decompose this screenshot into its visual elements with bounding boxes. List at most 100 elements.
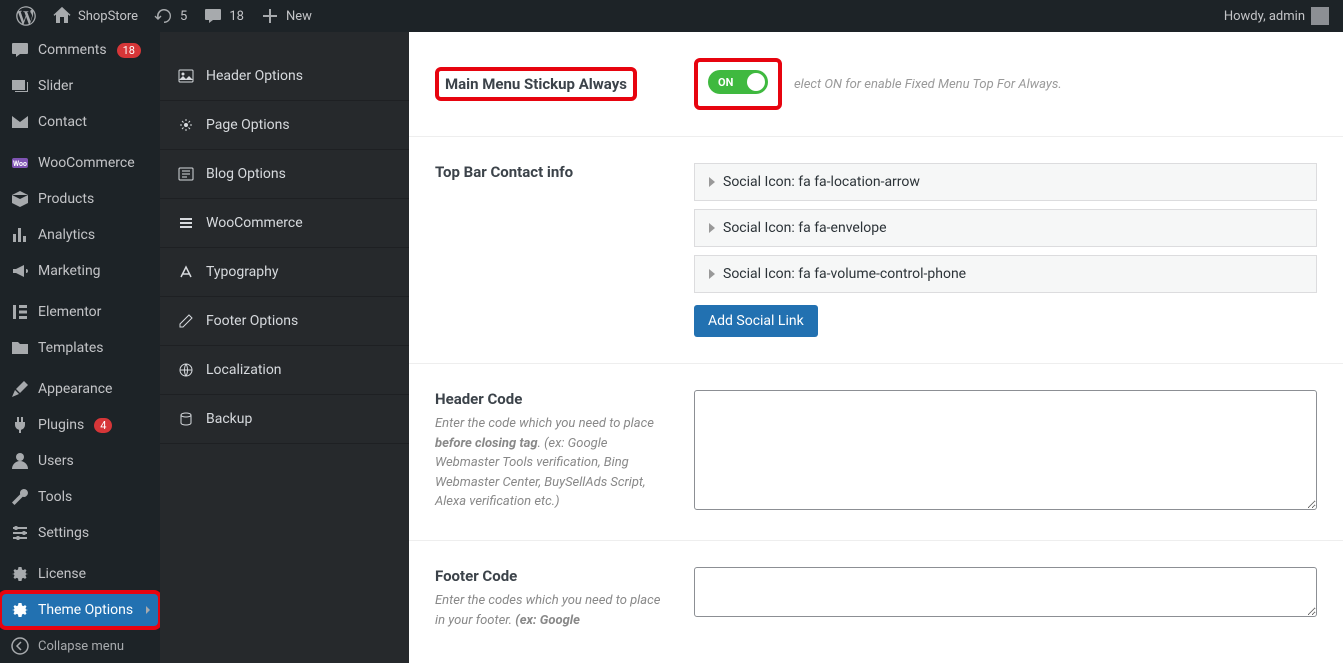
menu-tools[interactable]: Tools — [0, 479, 160, 515]
tab-header-label: Header Options — [206, 68, 303, 84]
new-label: New — [286, 9, 312, 24]
woo-icon: Woo — [10, 153, 30, 173]
menu-slider[interactable]: Slider — [0, 68, 160, 104]
folder-icon — [10, 338, 30, 358]
menu-templates[interactable]: Templates — [0, 330, 160, 366]
footer-code-textarea[interactable] — [694, 567, 1317, 617]
menu-elementor-label: Elementor — [38, 304, 101, 320]
tab-woocommerce-label: WooCommerce — [206, 215, 303, 231]
chevron-right-icon — [709, 223, 715, 233]
add-social-link-button[interactable]: Add Social Link — [694, 305, 818, 337]
toggle-knob — [747, 73, 765, 91]
images-icon — [10, 76, 30, 96]
menu-contact-label: Contact — [38, 114, 87, 130]
chart-icon — [10, 225, 30, 245]
wp-logo-button[interactable] — [8, 0, 44, 32]
plus-icon — [260, 6, 280, 26]
social-item-2-label: Social Icon: fa fa-volume-control-phone — [723, 266, 966, 282]
menu-license-label: License — [38, 566, 86, 582]
content-panel: Main Menu Stickup Always ON elect ON for… — [409, 32, 1343, 663]
user-icon — [10, 451, 30, 471]
menu-marketing-label: Marketing — [38, 263, 101, 279]
tab-typography-label: Typography — [206, 264, 278, 280]
tab-typography[interactable]: Typography — [160, 248, 409, 297]
footer-code-label: Footer Code — [435, 567, 670, 585]
refresh-icon — [154, 6, 174, 26]
menu-analytics-label: Analytics — [38, 227, 95, 243]
globe-icon — [178, 362, 194, 378]
comments-button[interactable]: 18 — [195, 0, 252, 32]
menu-comments[interactable]: Comments 18 — [0, 32, 160, 68]
database-icon — [178, 411, 194, 427]
tab-footer-options[interactable]: Footer Options — [160, 297, 409, 346]
menu-analytics[interactable]: Analytics — [0, 217, 160, 253]
site-name-button[interactable]: ShopStore — [44, 0, 146, 32]
stickup-toggle[interactable]: ON — [708, 70, 768, 94]
menu-users[interactable]: Users — [0, 443, 160, 479]
menu-settings-label: Settings — [38, 525, 89, 541]
menu-users-label: Users — [38, 453, 74, 469]
menu-woocommerce-label: WooCommerce — [38, 155, 135, 171]
gear-icon — [10, 600, 30, 620]
menu-slider-label: Slider — [38, 78, 73, 94]
admin-toolbar: ShopStore 5 18 New Howdy, admin — [0, 0, 1343, 32]
site-name-label: ShopStore — [78, 9, 138, 24]
menu-lines-icon — [178, 215, 194, 231]
header-code-label: Header Code — [435, 390, 670, 408]
menu-license[interactable]: License — [0, 556, 160, 592]
home-icon — [52, 6, 72, 26]
social-item-1[interactable]: Social Icon: fa fa-envelope — [694, 209, 1317, 247]
image-icon — [178, 68, 194, 84]
menu-plugins[interactable]: Plugins 4 — [0, 407, 160, 443]
comment-icon — [10, 40, 30, 60]
social-item-2[interactable]: Social Icon: fa fa-volume-control-phone — [694, 255, 1317, 293]
brush-icon — [10, 379, 30, 399]
gear-icon — [178, 117, 194, 133]
topbar-label: Top Bar Contact info — [435, 163, 670, 181]
updates-button[interactable]: 5 — [146, 0, 195, 32]
menu-theme-options[interactable]: Theme Options — [0, 592, 160, 628]
wrench-icon — [10, 487, 30, 507]
list-icon — [178, 166, 194, 182]
menu-collapse-label: Collapse menu — [38, 639, 124, 654]
menu-products[interactable]: Products — [0, 181, 160, 217]
comments-count: 18 — [229, 9, 244, 24]
tab-blog-options[interactable]: Blog Options — [160, 150, 409, 199]
menu-tools-label: Tools — [38, 489, 72, 505]
footer-code-desc: Enter the codes which you need to place … — [435, 591, 670, 630]
collapse-icon — [10, 636, 30, 656]
menu-collapse[interactable]: Collapse menu — [0, 628, 160, 663]
tab-backup-label: Backup — [206, 411, 252, 427]
tab-localization[interactable]: Localization — [160, 346, 409, 395]
edit-icon — [178, 313, 194, 329]
menu-templates-label: Templates — [38, 340, 104, 356]
account-button[interactable]: Howdy, admin — [1224, 7, 1335, 25]
menu-settings[interactable]: Settings — [0, 515, 160, 551]
menu-plugins-badge: 4 — [94, 418, 112, 433]
menu-woocommerce[interactable]: Woo WooCommerce — [0, 145, 160, 181]
elementor-icon — [10, 302, 30, 322]
chevron-right-icon — [709, 177, 715, 187]
font-icon — [178, 264, 194, 280]
comment-icon — [203, 6, 223, 26]
admin-menu: Comments 18 Slider Contact Woo WooCommer… — [0, 32, 160, 663]
menu-contact[interactable]: Contact — [0, 104, 160, 140]
new-button[interactable]: New — [252, 0, 320, 32]
tab-backup[interactable]: Backup — [160, 395, 409, 444]
menu-marketing[interactable]: Marketing — [0, 253, 160, 289]
menu-appearance-label: Appearance — [38, 381, 112, 397]
updates-count: 5 — [180, 9, 187, 24]
header-code-textarea[interactable] — [694, 390, 1317, 510]
social-item-0[interactable]: Social Icon: fa fa-location-arrow — [694, 163, 1317, 201]
menu-appearance[interactable]: Appearance — [0, 371, 160, 407]
tab-page-options[interactable]: Page Options — [160, 101, 409, 150]
social-item-1-label: Social Icon: fa fa-envelope — [723, 220, 887, 236]
menu-elementor[interactable]: Elementor — [0, 294, 160, 330]
theme-options-tabs: Header Options Page Options Blog Options… — [160, 32, 409, 663]
tab-header-options[interactable]: Header Options — [160, 52, 409, 101]
megaphone-icon — [10, 261, 30, 281]
stickup-toggle-value: ON — [718, 76, 733, 89]
tab-woocommerce[interactable]: WooCommerce — [160, 199, 409, 248]
gear-icon — [10, 564, 30, 584]
menu-comments-label: Comments — [38, 42, 107, 58]
